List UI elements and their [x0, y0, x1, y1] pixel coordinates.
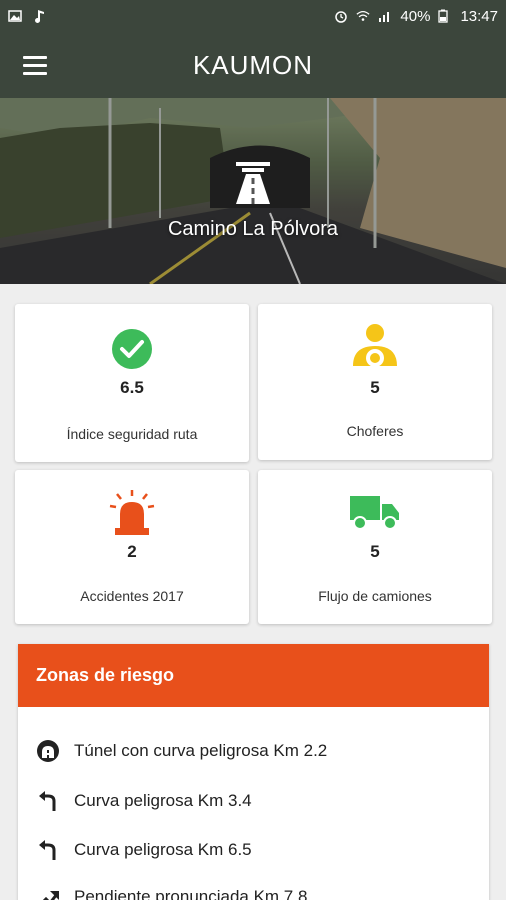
wifi-icon — [356, 9, 370, 23]
curve-left-icon — [36, 789, 60, 813]
driver-icon — [349, 322, 401, 377]
stat-value: 5 — [370, 542, 380, 561]
stat-card-drivers[interactable]: 5 Choferes — [258, 304, 492, 460]
image-notification-icon — [8, 9, 22, 23]
zone-label: Pendiente pronunciada Km 7.8 — [74, 887, 308, 900]
slope-icon — [36, 885, 60, 900]
zone-label: Curva peligrosa Km 3.4 — [74, 791, 252, 810]
zone-label: Curva peligrosa Km 6.5 — [74, 840, 252, 859]
menu-icon[interactable] — [18, 50, 52, 80]
battery-percent: 40% — [400, 7, 431, 25]
clock: 13:47 — [460, 7, 498, 25]
battery-icon — [438, 9, 452, 23]
zone-label: Túnel con curva peligrosa Km 2.2 — [74, 741, 328, 760]
list-item[interactable]: Curva peligrosa Km 6.5 — [36, 835, 252, 865]
stat-label: Choferes — [346, 423, 404, 439]
alarm-icon — [334, 9, 348, 23]
tunnel-icon — [36, 739, 60, 763]
stat-label: Accidentes 2017 — [80, 588, 184, 604]
curve-left-icon — [36, 838, 60, 862]
stat-value: 5 — [370, 378, 380, 397]
status-bar: 40% 13:47 — [0, 0, 506, 32]
risk-zones-title: Zonas de riesgo — [18, 644, 489, 707]
highway-icon — [228, 158, 278, 208]
app-bar: KAUMON — [0, 32, 506, 98]
music-note-icon — [32, 9, 46, 23]
stat-value: 2 — [127, 542, 137, 561]
signal-icon — [378, 9, 392, 23]
list-item[interactable]: Curva peligrosa Km 3.4 — [36, 786, 252, 816]
truck-icon — [349, 494, 401, 537]
check-circle-icon — [111, 328, 153, 375]
stat-card-safety-index[interactable]: 6.5 Índice seguridad ruta — [15, 304, 249, 462]
stat-label: Índice seguridad ruta — [66, 426, 198, 442]
route-hero-image: Camino La Pólvora — [0, 98, 506, 284]
app-title: KAUMON — [192, 49, 314, 80]
list-item[interactable]: Túnel con curva peligrosa Km 2.2 — [36, 736, 327, 766]
stat-label: Flujo de camiones — [318, 588, 432, 604]
route-name: Camino La Pólvora — [167, 218, 339, 240]
list-item[interactable]: Pendiente pronunciada Km 7.8 — [36, 882, 307, 900]
stat-value: 6.5 — [120, 378, 144, 397]
stat-card-accidents[interactable]: 2 Accidentes 2017 — [15, 470, 249, 624]
stat-card-truck-flow[interactable]: 5 Flujo de camiones — [258, 470, 492, 624]
siren-icon — [107, 488, 157, 543]
risk-zones-card: Zonas de riesgo Túnel con curva peligros… — [18, 644, 489, 900]
